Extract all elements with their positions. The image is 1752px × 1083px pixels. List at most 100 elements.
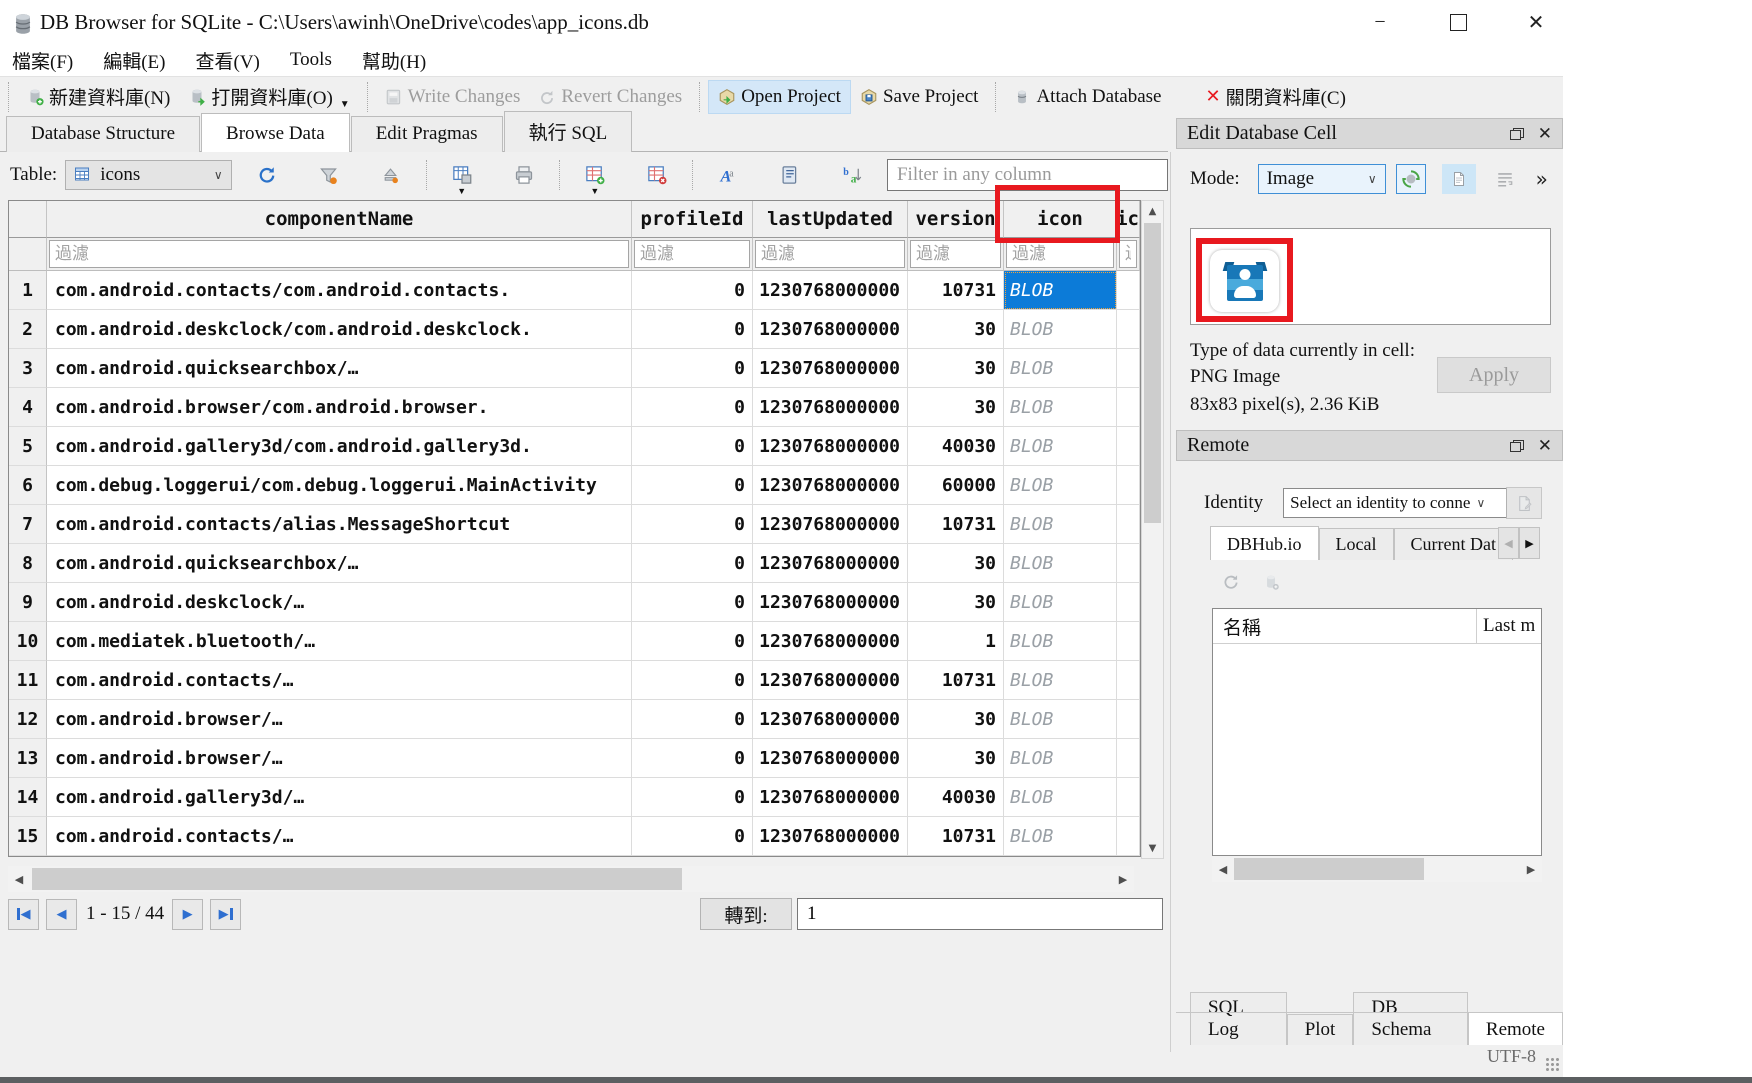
goto-button[interactable]: 轉到: xyxy=(700,898,792,930)
dock-splitter[interactable] xyxy=(1170,152,1171,1052)
cell-icon-blob[interactable]: BLOB xyxy=(1004,700,1117,739)
remote-scroll-thumb[interactable] xyxy=(1234,858,1424,880)
cell-componentName[interactable]: com.android.contacts/com.android.contact… xyxy=(47,271,632,310)
delete-record-button[interactable] xyxy=(640,158,674,192)
cell-version[interactable]: 30 xyxy=(908,700,1004,739)
row-number[interactable]: 1 xyxy=(9,271,47,310)
dock-tab[interactable]: Plot xyxy=(1287,1014,1354,1045)
cell-profileId[interactable]: 0 xyxy=(632,427,753,466)
close-database-button[interactable]: ✕ 關閉資料庫(C) xyxy=(1196,78,1354,115)
cell-lastUpdated[interactable]: 1230768000000 xyxy=(753,817,908,856)
menu-file[interactable]: 檔案(F) xyxy=(12,47,73,74)
grid-vertical-scrollbar[interactable]: ▲ ▼ xyxy=(1141,200,1164,859)
cell-profileId[interactable]: 0 xyxy=(632,544,753,583)
cell-icon-blob[interactable]: BLOB xyxy=(1004,622,1117,661)
cell-profileId[interactable]: 0 xyxy=(632,700,753,739)
grid-horizontal-scrollbar[interactable]: ◀ ▶ xyxy=(8,866,1134,892)
cell-profileId[interactable]: 0 xyxy=(632,505,753,544)
tab-scroll-left-button[interactable]: ◀ xyxy=(1498,527,1519,559)
filter-lastUpdated-input[interactable] xyxy=(755,240,905,268)
word-wrap-button[interactable] xyxy=(1490,164,1520,194)
row-number[interactable]: 7 xyxy=(9,505,47,544)
main-tab[interactable]: Edit Pragmas xyxy=(351,116,503,152)
cell-profileId[interactable]: 0 xyxy=(632,739,753,778)
cell-componentName[interactable]: com.android.browser/com.android.browser. xyxy=(47,388,632,427)
cell-componentName[interactable]: com.android.deskclock/… xyxy=(47,583,632,622)
column-header-componentName[interactable]: componentName xyxy=(47,201,632,238)
cell-lastUpdated[interactable]: 1230768000000 xyxy=(753,622,908,661)
cell-version[interactable]: 10731 xyxy=(908,505,1004,544)
remote-list-header-modified[interactable]: Last m xyxy=(1477,615,1541,637)
cell-version[interactable]: 30 xyxy=(908,349,1004,388)
remote-tab-local[interactable]: Local xyxy=(1319,528,1394,560)
font-format-button[interactable]: Aa xyxy=(711,158,745,192)
filter-profileId-input[interactable] xyxy=(634,240,750,268)
filter-partial-input[interactable] xyxy=(1119,240,1137,268)
cell-icon-blob[interactable]: BLOB xyxy=(1004,778,1117,817)
text-mode-button[interactable] xyxy=(1442,164,1476,194)
cell-lastUpdated[interactable]: 1230768000000 xyxy=(753,310,908,349)
next-record-button[interactable]: ▶ xyxy=(172,899,203,930)
scroll-up-icon[interactable]: ▲ xyxy=(1142,201,1163,221)
save-project-button[interactable]: Save Project xyxy=(851,81,988,113)
cell-icon-blob[interactable]: BLOB xyxy=(1004,583,1117,622)
row-number[interactable]: 8 xyxy=(9,544,47,583)
cell-componentName[interactable]: com.android.quicksearchbox/… xyxy=(47,544,632,583)
cell-icon-blob[interactable]: BLOB xyxy=(1004,388,1117,427)
cell-componentName[interactable]: com.android.contacts/… xyxy=(47,817,632,856)
cell-icon-blob[interactable]: BLOB xyxy=(1004,349,1117,388)
remote-refresh-icon[interactable] xyxy=(1222,573,1240,591)
column-header-version[interactable]: version xyxy=(908,201,1004,238)
column-header-partial[interactable]: ic xyxy=(1117,201,1140,238)
encoding-status[interactable]: UTF-8 xyxy=(1487,1046,1536,1067)
row-number[interactable]: 12 xyxy=(9,700,47,739)
cell-profileId[interactable]: 0 xyxy=(632,466,753,505)
toolbar-overflow-icon[interactable]: » xyxy=(1536,167,1548,191)
insert-record-button[interactable]: ▼ xyxy=(578,158,612,192)
save-table-dropdown-icon[interactable]: ▼ xyxy=(457,186,466,196)
row-number[interactable]: 9 xyxy=(9,583,47,622)
open-database-dropdown-icon[interactable]: ▼ xyxy=(340,99,350,110)
row-number[interactable]: 11 xyxy=(9,661,47,700)
mode-selector[interactable]: Image ∨ xyxy=(1258,164,1386,194)
previous-record-button[interactable]: ◀ xyxy=(46,899,77,930)
scroll-left-icon[interactable]: ◀ xyxy=(8,866,30,892)
first-record-button[interactable]: ◀ xyxy=(8,899,39,930)
row-number[interactable]: 3 xyxy=(9,349,47,388)
cell-profileId[interactable]: 0 xyxy=(632,310,753,349)
refresh-button[interactable] xyxy=(250,158,284,192)
cell-version[interactable]: 30 xyxy=(908,739,1004,778)
cell-profileId[interactable]: 0 xyxy=(632,583,753,622)
cell-lastUpdated[interactable]: 1230768000000 xyxy=(753,739,908,778)
maximize-button[interactable] xyxy=(1436,4,1480,40)
cell-profileId[interactable]: 0 xyxy=(632,817,753,856)
remote-tab-dbhub[interactable]: DBHub.io xyxy=(1210,526,1319,560)
cell-lastUpdated[interactable]: 1230768000000 xyxy=(753,544,908,583)
cell-componentName[interactable]: com.android.browser/… xyxy=(47,739,632,778)
new-database-button[interactable]: 新建資料庫(N) xyxy=(17,78,179,115)
dock-tab[interactable]: Remote xyxy=(1468,1012,1563,1045)
resize-grip[interactable] xyxy=(1546,1058,1560,1072)
cell-version[interactable]: 10731 xyxy=(908,817,1004,856)
cell-profileId[interactable]: 0 xyxy=(632,271,753,310)
row-number[interactable]: 2 xyxy=(9,310,47,349)
close-button[interactable]: ✕ xyxy=(1514,4,1558,40)
cell-lastUpdated[interactable]: 1230768000000 xyxy=(753,388,908,427)
import-data-button[interactable] xyxy=(1396,164,1426,194)
row-number[interactable]: 13 xyxy=(9,739,47,778)
scroll-down-icon[interactable]: ▼ xyxy=(1142,838,1163,858)
cell-version[interactable]: 10731 xyxy=(908,661,1004,700)
close-panel-icon[interactable]: ✕ xyxy=(1538,436,1552,456)
menu-view[interactable]: 查看(V) xyxy=(196,47,260,74)
row-number[interactable]: 4 xyxy=(9,388,47,427)
clear-filters-button[interactable] xyxy=(312,158,346,192)
column-header-lastUpdated[interactable]: lastUpdated xyxy=(753,201,908,238)
close-panel-icon[interactable]: ✕ xyxy=(1538,124,1552,144)
cell-version[interactable]: 30 xyxy=(908,544,1004,583)
minimize-button[interactable]: − xyxy=(1358,4,1402,40)
open-project-button[interactable]: Open Project xyxy=(708,80,851,114)
menu-edit[interactable]: 編輯(E) xyxy=(103,47,165,74)
dock-tab[interactable]: SQL Log xyxy=(1190,992,1287,1045)
row-number[interactable]: 10 xyxy=(9,622,47,661)
dock-tab[interactable]: DB Schema xyxy=(1353,992,1468,1045)
